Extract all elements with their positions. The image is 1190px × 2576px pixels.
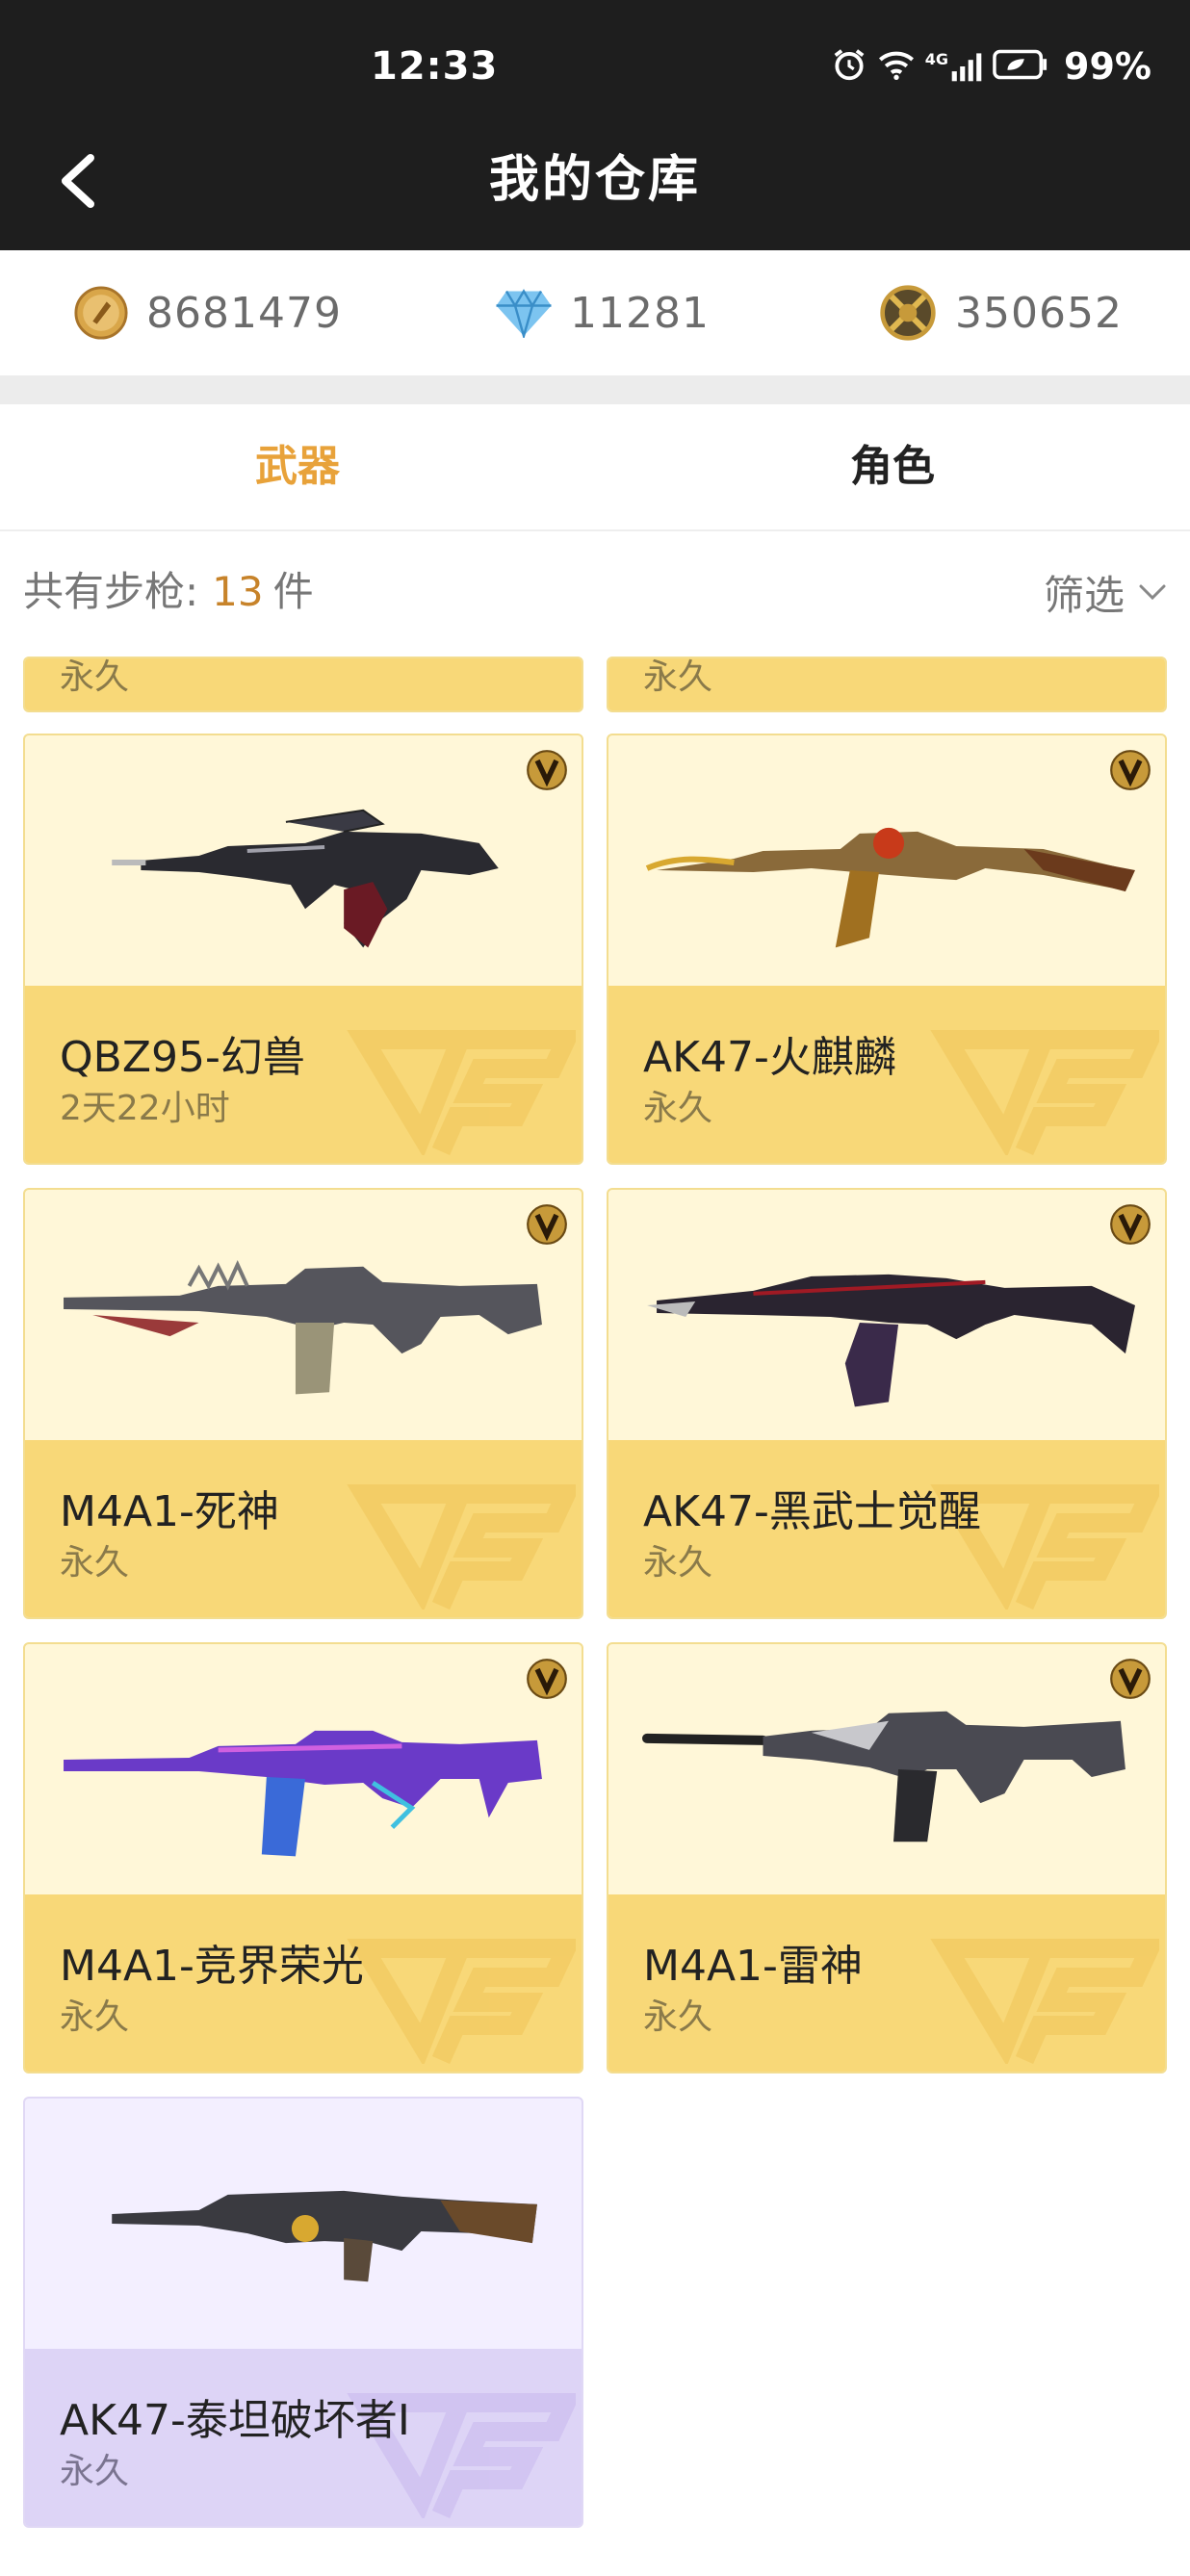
- weapon-duration: 2天22小时: [60, 1089, 230, 1128]
- cf-logo-watermark: [347, 1030, 576, 1155]
- weapon-duration: 永久: [60, 2452, 130, 2491]
- weapon-duration: 永久: [643, 1543, 713, 1583]
- weapon-card[interactable]: M4A1-死神 永久: [23, 1188, 583, 1619]
- m4a1-thor-image: [642, 1711, 1125, 1842]
- signal-icon: 4G: [925, 50, 983, 83]
- cf-logo-watermark: [930, 1030, 1159, 1155]
- cf-logo-watermark: [347, 1939, 576, 2064]
- diamond-icon: [496, 289, 552, 338]
- weapon-duration: 永久: [643, 1089, 713, 1128]
- currency-gold: 8681479: [73, 250, 342, 375]
- summary-row: 共有步枪: 13 件 筛选: [0, 531, 1190, 653]
- m4a1-arena-glory-image: [64, 1730, 542, 1857]
- weapon-card[interactable]: M4A1-竞界荣光 永久: [23, 1642, 583, 2074]
- filter-button[interactable]: 筛选: [1044, 560, 1167, 624]
- page-title: 我的仓库: [488, 151, 701, 209]
- weapon-name: AK47-黑武士觉醒: [643, 1487, 981, 1536]
- weapon-card[interactable]: QBZ95-幻兽 2天22小时: [23, 734, 583, 1165]
- currency-honor: 350652: [878, 250, 1123, 375]
- status-icons: 4G 99%: [831, 39, 1151, 94]
- battery-level: 99%: [1064, 45, 1151, 88]
- network-type: 4G: [924, 50, 949, 68]
- battery-icon: [993, 49, 1048, 84]
- chevron-left-icon: [62, 154, 94, 208]
- weapon-card[interactable]: AK47-泰坦破坏者I 永久: [23, 2097, 583, 2528]
- rifle-count-label: 共有步枪:: [23, 568, 199, 615]
- diamond-amount: 11281: [570, 288, 710, 338]
- alarm-icon: [831, 46, 867, 87]
- weapon-card-partial[interactable]: 永久: [23, 657, 583, 712]
- weapon-card[interactable]: AK47-火麒麟 永久: [607, 734, 1167, 1165]
- weapon-card[interactable]: M4A1-雷神 永久: [607, 1642, 1167, 2074]
- weapon-name: AK47-泰坦破坏者I: [60, 2396, 410, 2445]
- status-time: 12:33: [371, 44, 499, 89]
- currency-diamond: 11281: [495, 250, 710, 375]
- filter-label: 筛选: [1043, 571, 1125, 619]
- qbz95-rifle-image: [112, 809, 499, 948]
- ak47-black-knight-image: [647, 1274, 1135, 1407]
- category-tabs: 武器 角色: [0, 404, 1190, 531]
- rifle-count-number: 13: [212, 568, 264, 615]
- ak47-fire-qilin-image: [645, 827, 1135, 948]
- gold-amount: 8681479: [146, 288, 342, 338]
- weapon-duration: 永久: [60, 1543, 130, 1583]
- weapon-duration: 永久: [60, 1997, 130, 2037]
- weapon-duration: 永久: [60, 657, 130, 697]
- status-bar: 12:33 4G 99%: [0, 0, 1190, 110]
- tab-weapons[interactable]: 武器: [0, 404, 595, 529]
- weapon-name: M4A1-竞界荣光: [60, 1942, 364, 1991]
- back-button[interactable]: [40, 144, 114, 218]
- cf-logo-watermark: [347, 1484, 576, 1610]
- honor-amount: 350652: [955, 288, 1123, 338]
- weapon-card-partial[interactable]: 永久: [607, 657, 1167, 712]
- wifi-icon: [877, 47, 916, 86]
- app-header: 我的仓库: [0, 110, 1190, 250]
- rifle-count-unit: 件: [272, 568, 314, 615]
- section-divider: [0, 375, 1190, 404]
- weapon-card[interactable]: AK47-黑武士觉醒 永久: [607, 1188, 1167, 1619]
- weapon-name: M4A1-雷神: [643, 1942, 863, 1991]
- weapon-grid: 永久 永久 QBZ95-幻兽 2天22小时 AK47-火麒麟 永久 M4A1-死…: [0, 653, 1190, 2576]
- gold-coin-icon: [74, 286, 128, 340]
- cf-logo-watermark: [930, 1939, 1159, 2064]
- ak47-titan-destroyer-image: [112, 2190, 537, 2282]
- rifle-count-summary: 共有步枪: 13 件: [23, 531, 314, 653]
- honor-medal-icon: [880, 285, 936, 341]
- weapon-duration: 永久: [643, 657, 713, 697]
- weapon-name: AK47-火麒麟: [643, 1033, 896, 1082]
- chevron-down-icon: [1139, 584, 1166, 601]
- currency-bar: 8681479 11281 350652: [0, 250, 1190, 375]
- weapon-name: QBZ95-幻兽: [60, 1033, 305, 1082]
- weapon-duration: 永久: [643, 1997, 713, 2037]
- tab-roles[interactable]: 角色: [595, 404, 1190, 529]
- weapon-name: M4A1-死神: [60, 1487, 279, 1536]
- m4a1-reaper-image: [64, 1259, 542, 1395]
